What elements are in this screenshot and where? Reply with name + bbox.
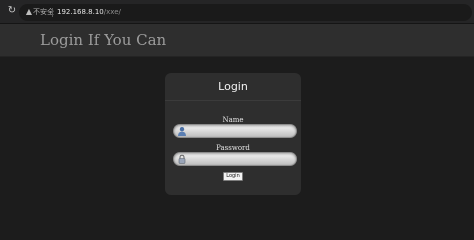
url-host: 192.168.8.10 (57, 8, 104, 16)
site-header: Login If You Can (0, 24, 474, 57)
name-input[interactable] (188, 125, 292, 137)
url-text[interactable]: 192.168.8.10/xxe/ (57, 7, 121, 18)
password-field[interactable] (173, 152, 297, 166)
address-bar[interactable]: ▲ 不安全 192.168.8.10/xxe/ (19, 4, 472, 21)
name-field[interactable] (173, 124, 297, 138)
security-status[interactable]: 不安全 (33, 7, 54, 18)
address-divider (52, 8, 53, 17)
site-title: Login If You Can (40, 31, 167, 49)
login-heading: Login (218, 80, 248, 93)
login-button[interactable]: Login (223, 172, 243, 181)
password-input[interactable] (188, 153, 292, 165)
lock-icon (178, 154, 186, 164)
url-path: /xxe/ (103, 8, 121, 16)
user-icon (178, 127, 186, 136)
browser-toolbar: ↻ ▲ 不安全 192.168.8.10/xxe/ (0, 0, 474, 24)
login-card-header: Login (165, 73, 301, 101)
reload-icon[interactable]: ↻ (6, 5, 18, 17)
